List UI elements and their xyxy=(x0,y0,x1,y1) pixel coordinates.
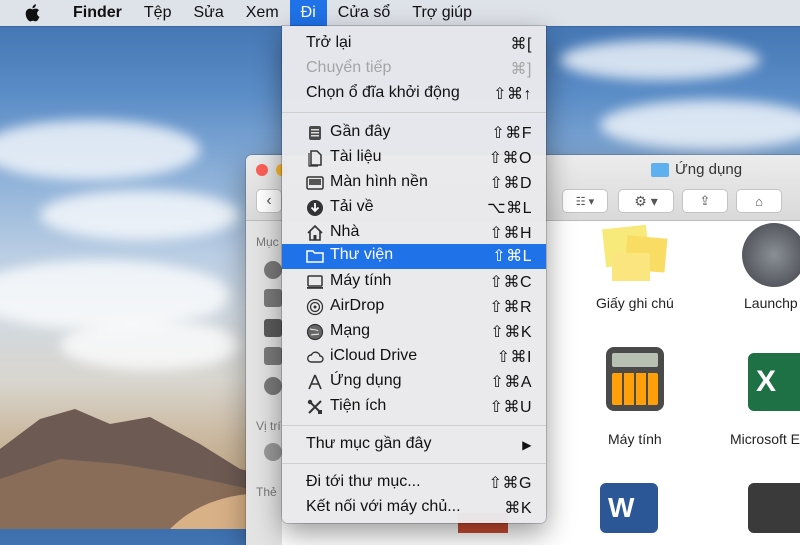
airdrop-sidebar-icon[interactable] xyxy=(264,261,282,279)
menu-item-computer[interactable]: Máy tính ⇧⌘C xyxy=(282,270,546,294)
menu-item-documents[interactable]: Tài liệu ⇧⌘O xyxy=(282,146,546,170)
menu-item-applications[interactable]: Ứng dụng ⇧⌘A xyxy=(282,370,546,394)
recents-sidebar-icon[interactable] xyxy=(264,289,282,307)
menu-item-recent-folders[interactable]: Thư mục gần đây ▶ xyxy=(282,433,546,457)
app-label-launchpad: Launchp xyxy=(744,295,798,311)
share-button[interactable]: ⇪ xyxy=(682,189,728,213)
go-menu-dropdown: Trở lại ⌘[ Chuyển tiếp ⌘] Chọn ổ đĩa khở… xyxy=(282,26,546,523)
sidebar-favorites-label: Mục xyxy=(256,235,279,249)
excel-app-icon[interactable]: X xyxy=(748,353,800,411)
app-label-calculator: Máy tính xyxy=(608,431,662,447)
applications-folder-icon xyxy=(651,162,669,177)
sidebar-locations-label: Vị trí xyxy=(256,419,281,433)
computer-icon xyxy=(307,275,323,289)
airdrop-icon xyxy=(306,298,324,316)
back-button[interactable]: ‹ xyxy=(256,189,282,213)
close-window-button[interactable] xyxy=(256,164,268,176)
menu-item-utilities[interactable]: Tiện ích ⇧⌘U xyxy=(282,395,546,419)
other-app-icon[interactable] xyxy=(748,483,800,533)
utilities-icon xyxy=(307,399,322,414)
menu-help[interactable]: Trợ giúp xyxy=(401,0,483,26)
applications-sidebar-icon[interactable] xyxy=(264,319,282,337)
menu-item-icloud-drive[interactable]: iCloud Drive ⇧⌘I xyxy=(282,345,546,369)
desktop-sidebar-icon[interactable] xyxy=(264,347,282,365)
menu-view[interactable]: Xem xyxy=(235,0,290,26)
menu-item-startup-disk[interactable]: Chọn ổ đĩa khởi động ⇧⌘↑ xyxy=(282,82,546,106)
action-gear-button[interactable]: ⚙ ▾ xyxy=(618,189,674,213)
menu-bar: Finder Tệp Sửa Xem Đi Cửa sổ Trợ giúp xyxy=(0,0,800,26)
launchpad-app-icon[interactable] xyxy=(742,223,800,287)
recents-icon xyxy=(309,126,321,140)
word-app-icon[interactable]: W xyxy=(600,483,658,533)
menu-item-library[interactable]: Thư viện ⇧⌘L xyxy=(282,244,546,269)
menu-item-downloads[interactable]: Tải về ⌥⌘L xyxy=(282,196,546,220)
menu-item-airdrop[interactable]: AirDrop ⇧⌘R xyxy=(282,295,546,319)
menu-item-network[interactable]: Mạng ⇧⌘K xyxy=(282,320,546,344)
menu-go[interactable]: Đi xyxy=(289,0,327,26)
menu-separator xyxy=(282,112,546,113)
menu-file[interactable]: Tệp xyxy=(133,0,183,26)
app-label-excel: Microsoft E xyxy=(730,431,800,447)
window-title: Ứng dụng xyxy=(651,161,742,178)
menu-edit[interactable]: Sửa xyxy=(182,0,234,26)
menu-item-forward: Chuyển tiếp ⌘] xyxy=(306,59,532,78)
app-label-stickies: Giấy ghi chú xyxy=(596,295,674,311)
library-folder-icon xyxy=(306,250,324,263)
desktop-icon xyxy=(306,176,324,190)
menu-item-connect-to-server[interactable]: Kết nối với máy chủ... ⌘K xyxy=(282,496,546,520)
icloud-icon xyxy=(307,351,324,363)
tags-button[interactable]: ⌂ xyxy=(736,189,782,213)
home-icon xyxy=(307,224,323,241)
applications-icon xyxy=(308,374,322,390)
menu-finder[interactable]: Finder xyxy=(62,0,133,26)
calculator-app-icon[interactable] xyxy=(606,347,664,411)
view-options-button[interactable]: ☷ ▾ xyxy=(562,189,608,213)
sidebar-tags-label: Thẻ xyxy=(256,485,277,499)
menu-item-recents[interactable]: Gần đây ⇧⌘F xyxy=(282,121,546,145)
menu-separator xyxy=(282,425,546,426)
menu-item-desktop[interactable]: Màn hình nền ⇧⌘D xyxy=(282,171,546,195)
documents-icon xyxy=(308,150,322,167)
network-icon xyxy=(306,323,324,341)
finder-sidebar: Mục Vị trí Thẻ xyxy=(246,221,283,545)
menu-window[interactable]: Cửa sổ xyxy=(327,0,402,26)
downloads-sidebar-icon[interactable] xyxy=(264,377,282,395)
downloads-icon xyxy=(307,200,323,216)
menu-item-back[interactable]: Trở lại ⌘[ xyxy=(282,32,546,56)
submenu-arrow-icon: ▶ xyxy=(522,438,532,452)
menu-item-go-to-folder[interactable]: Đi tới thư mục... ⇧⌘G xyxy=(282,471,546,495)
menu-separator xyxy=(282,463,546,464)
menu-item-home[interactable]: Nhà ⇧⌘H xyxy=(282,221,546,245)
stickies-app-icon[interactable] xyxy=(600,224,670,281)
disk-sidebar-icon[interactable] xyxy=(264,443,282,461)
apple-logo-icon[interactable] xyxy=(22,2,44,24)
